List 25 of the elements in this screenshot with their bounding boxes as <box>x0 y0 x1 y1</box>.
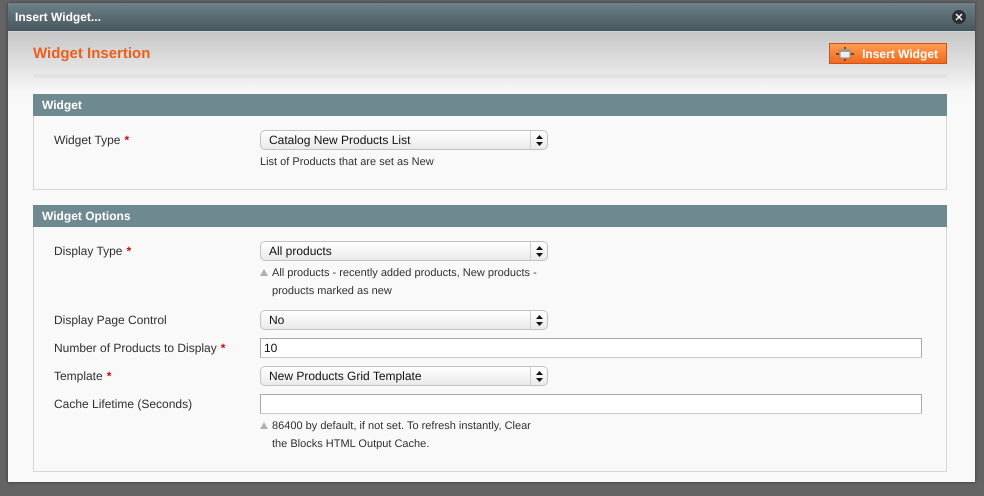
section-header: Widget <box>33 94 947 116</box>
hint-text: All products - recently added products, New products - products marked as new <box>272 266 538 299</box>
widget-icon <box>836 46 854 60</box>
window-title: Insert Widget... <box>15 10 101 24</box>
required-mark: * <box>126 244 132 258</box>
hint-text: 86400 by default, if not set. To refresh instantly, Clear the Blocks HTML Output Cache. <box>272 419 532 452</box>
section-header: Widget Options <box>33 205 947 227</box>
field-label: Number of Products to Display <box>54 341 217 355</box>
input-field[interactable] <box>260 394 922 414</box>
required-mark: * <box>106 369 112 383</box>
field-label: Widget Type <box>54 133 120 147</box>
required-mark: * <box>124 133 130 147</box>
field-label: Display Page Control <box>54 313 167 327</box>
required-mark: * <box>220 341 226 355</box>
field-label: Display Type <box>54 244 122 258</box>
field-label: Template <box>54 369 103 383</box>
input-field[interactable]: 10 <box>260 338 922 358</box>
field-label: Cache Lifetime (Seconds) <box>54 397 192 411</box>
hint-text: List of Products that are set as New <box>260 155 434 170</box>
dropdown[interactable]: No <box>260 310 548 330</box>
dropdown[interactable]: All products <box>260 241 548 261</box>
page-heading: Widget Insertion <box>33 45 150 62</box>
dropdown[interactable]: Catalog New Products List <box>260 130 548 150</box>
close-icon[interactable] <box>952 10 966 24</box>
dropdown[interactable]: New Products Grid Template <box>260 366 548 386</box>
